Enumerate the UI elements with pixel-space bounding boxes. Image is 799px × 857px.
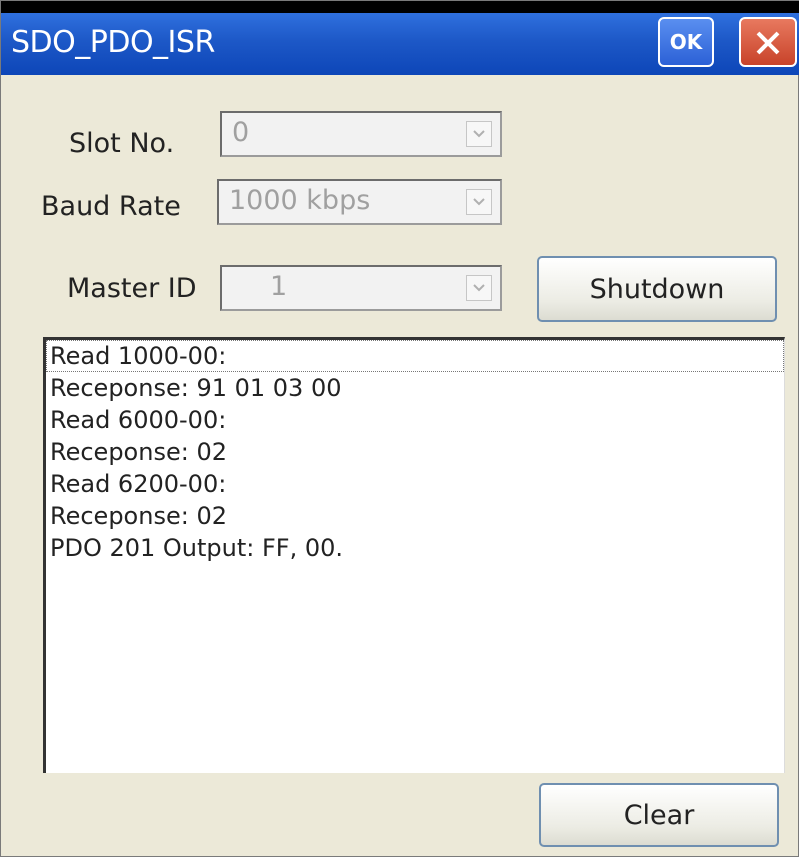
master-id-dropdown-arrow[interactable] xyxy=(466,275,492,301)
window-title: SDO_PDO_ISR xyxy=(11,25,215,60)
baud-select[interactable]: 1000 kbps xyxy=(217,179,502,225)
master-id-select[interactable]: 1 xyxy=(220,265,502,311)
log-line[interactable]: Receponse: 02 xyxy=(46,436,784,468)
log-line[interactable]: Read 1000-00: xyxy=(46,340,784,372)
log-list[interactable]: Read 1000-00: Receponse: 91 01 03 00 Rea… xyxy=(43,337,785,773)
baud-dropdown-arrow[interactable] xyxy=(466,189,492,215)
master-id-value: 1 xyxy=(270,271,288,302)
close-icon xyxy=(756,31,780,55)
slot-dropdown-arrow[interactable] xyxy=(466,121,492,147)
ok-button[interactable]: OK xyxy=(658,17,714,67)
shutdown-button[interactable]: Shutdown xyxy=(537,256,777,322)
slot-value: 0 xyxy=(232,117,250,148)
log-line[interactable]: Read 6000-00: xyxy=(46,404,784,436)
baud-value: 1000 kbps xyxy=(229,185,371,216)
master-id-label: Master ID xyxy=(67,273,197,304)
slot-select[interactable]: 0 xyxy=(220,111,502,157)
baud-label: Baud Rate xyxy=(41,191,181,222)
top-strip xyxy=(1,1,799,13)
log-line[interactable]: PDO 201 Output: FF, 00. xyxy=(46,532,784,564)
chevron-down-icon xyxy=(473,198,485,206)
title-bar: SDO_PDO_ISR OK xyxy=(1,13,799,75)
dialog-window: SDO_PDO_ISR OK Slot No. 0 Baud Rate 1000… xyxy=(0,0,799,857)
slot-label: Slot No. xyxy=(69,128,175,159)
chevron-down-icon xyxy=(473,284,485,292)
log-line[interactable]: Receponse: 91 01 03 00 xyxy=(46,372,784,404)
log-line[interactable]: Receponse: 02 xyxy=(46,500,784,532)
chevron-down-icon xyxy=(473,130,485,138)
close-button[interactable] xyxy=(739,17,797,67)
clear-button[interactable]: Clear xyxy=(539,783,779,847)
log-line[interactable]: Read 6200-00: xyxy=(46,468,784,500)
